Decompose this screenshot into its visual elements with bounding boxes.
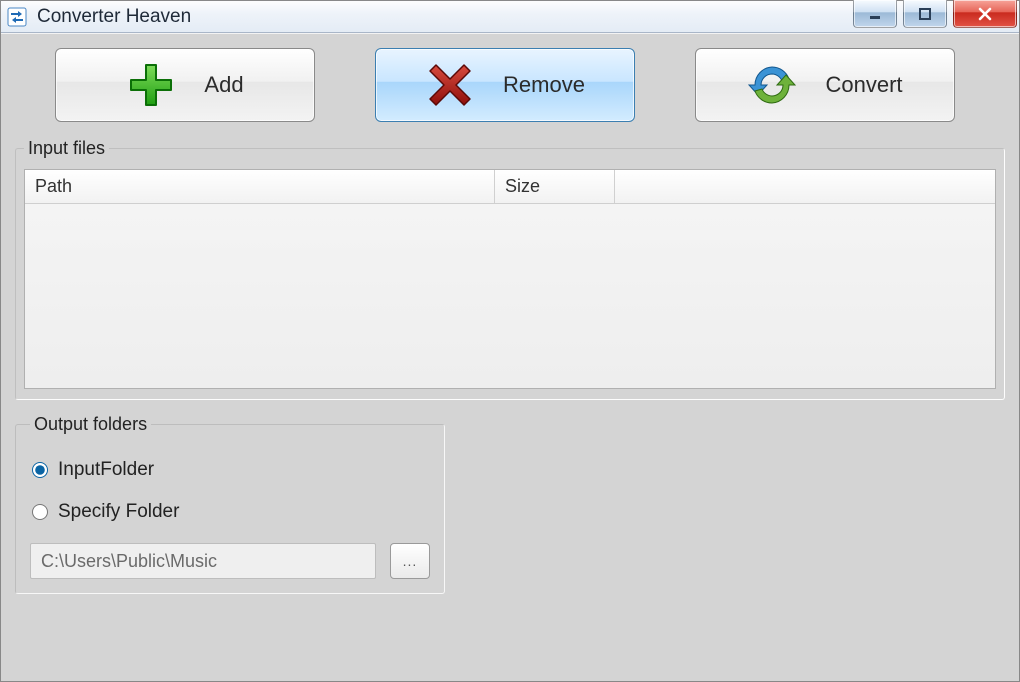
minimize-button[interactable] [853,0,897,28]
column-size[interactable]: Size [495,170,615,203]
remove-button[interactable]: Remove [375,48,635,122]
app-window: Converter Heaven [0,0,1020,682]
refresh-icon [747,60,797,110]
plus-icon [126,60,176,110]
app-icon [7,7,27,27]
output-path-row: ... [30,543,430,579]
radio-specify-folder-input[interactable] [32,504,48,520]
column-spacer [615,170,995,203]
x-icon [425,60,475,110]
output-area: Output folders InputFolder Specify Folde… [15,414,1005,594]
toolbar: Add Remove [15,48,1005,132]
input-files-group: Input files Path Size [15,138,1005,400]
close-button[interactable] [953,0,1017,28]
file-table-header: Path Size [25,170,995,204]
radio-input-folder-input[interactable] [32,462,48,478]
file-table[interactable]: Path Size [24,169,996,389]
file-table-body[interactable] [25,204,995,388]
output-path-input[interactable] [30,543,376,579]
output-folders-group: Output folders InputFolder Specify Folde… [15,414,445,594]
client-area: Add Remove [1,33,1019,681]
input-files-legend: Input files [24,138,109,159]
convert-button-label: Convert [825,72,902,98]
add-button-label: Add [204,72,243,98]
window-title: Converter Heaven [37,6,191,28]
column-path[interactable]: Path [25,170,495,203]
titlebar: Converter Heaven [1,1,1019,33]
radio-specify-folder[interactable]: Specify Folder [32,501,430,523]
radio-specify-folder-label: Specify Folder [58,501,179,523]
maximize-button[interactable] [903,0,947,28]
add-button[interactable]: Add [55,48,315,122]
radio-input-folder-label: InputFolder [58,459,154,481]
remove-button-label: Remove [503,72,585,98]
radio-input-folder[interactable]: InputFolder [32,459,430,481]
window-controls [853,0,1019,30]
ellipsis-icon: ... [403,553,418,569]
browse-button[interactable]: ... [390,543,430,579]
convert-button[interactable]: Convert [695,48,955,122]
output-folders-legend: Output folders [30,414,151,435]
